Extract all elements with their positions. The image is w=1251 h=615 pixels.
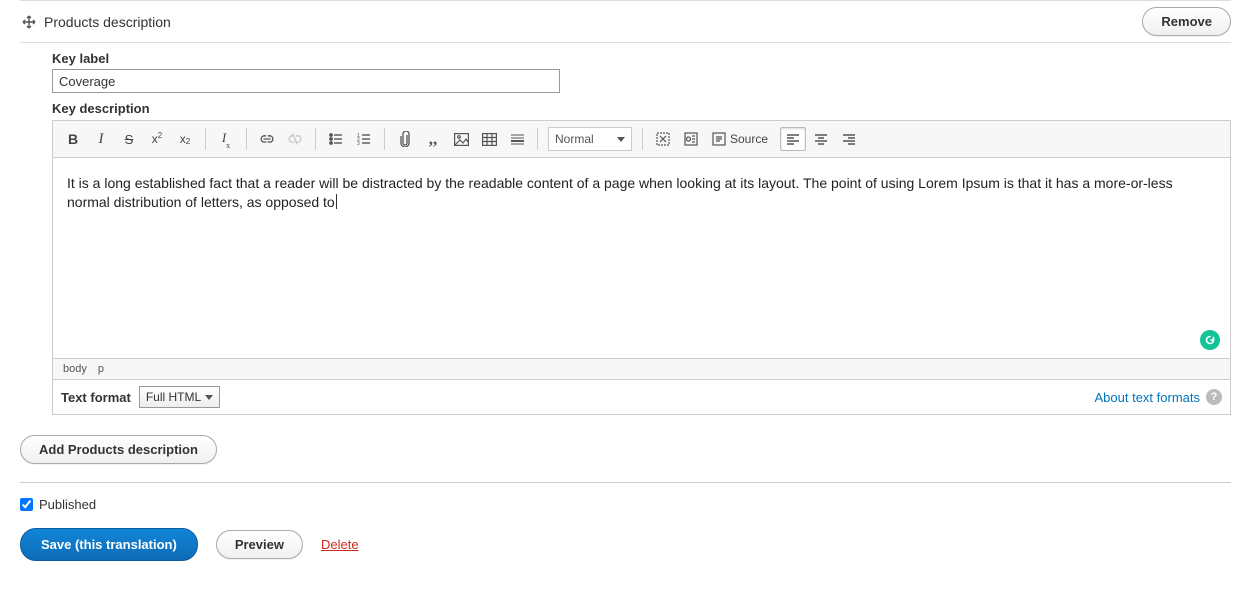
section-title: Products description xyxy=(44,14,171,30)
delete-link[interactable]: Delete xyxy=(321,537,359,552)
save-button[interactable]: Save (this translation) xyxy=(20,528,198,561)
about-text-formats-link[interactable]: About text formats xyxy=(1095,390,1201,405)
show-blocks-icon[interactable] xyxy=(678,127,704,151)
editor-text: It is a long established fact that a rea… xyxy=(67,175,1173,210)
source-button[interactable]: Source xyxy=(707,127,777,151)
strikethrough-icon[interactable]: S xyxy=(116,127,142,151)
bold-icon[interactable]: B xyxy=(60,127,86,151)
element-path: body p xyxy=(53,358,1230,379)
key-description-label: Key description xyxy=(52,101,1231,116)
svg-text:3: 3 xyxy=(357,141,360,145)
numbered-list-icon[interactable]: 123 xyxy=(351,127,377,151)
key-label-input[interactable] xyxy=(52,69,560,93)
horizontal-rule-icon[interactable] xyxy=(504,127,530,151)
source-label: Source xyxy=(730,132,768,146)
grammarly-icon[interactable] xyxy=(1200,330,1220,350)
preview-button[interactable]: Preview xyxy=(216,530,303,559)
subscript-icon[interactable]: x2 xyxy=(172,127,198,151)
text-format-select[interactable]: Full HTML xyxy=(139,386,220,408)
bullet-list-icon[interactable] xyxy=(323,127,349,151)
rich-text-editor: B I S x2 x2 Ix 123 xyxy=(52,120,1231,415)
published-checkbox[interactable] xyxy=(20,498,33,511)
align-left-icon[interactable] xyxy=(780,127,806,151)
path-p[interactable]: p xyxy=(98,363,104,375)
drag-handle-icon[interactable] xyxy=(20,13,38,31)
attachment-icon[interactable] xyxy=(392,127,418,151)
editor-toolbar: B I S x2 x2 Ix 123 xyxy=(53,121,1230,158)
blockquote-icon[interactable]: ,, xyxy=(420,127,446,151)
maximize-icon[interactable] xyxy=(650,127,676,151)
paragraph-style-select[interactable]: Normal xyxy=(548,127,632,151)
remove-format-icon[interactable]: Ix xyxy=(213,127,239,151)
image-icon[interactable] xyxy=(448,127,474,151)
table-icon[interactable] xyxy=(476,127,502,151)
italic-icon[interactable]: I xyxy=(88,127,114,151)
unlink-icon[interactable] xyxy=(282,127,308,151)
editor-body[interactable]: It is a long established fact that a rea… xyxy=(53,158,1230,358)
path-body[interactable]: body xyxy=(63,363,87,375)
remove-button[interactable]: Remove xyxy=(1142,7,1231,36)
align-right-icon[interactable] xyxy=(836,127,862,151)
help-icon[interactable]: ? xyxy=(1206,389,1222,405)
key-label-label: Key label xyxy=(52,51,1231,66)
published-label[interactable]: Published xyxy=(39,497,96,512)
add-products-description-button[interactable]: Add Products description xyxy=(20,435,217,464)
text-format-label: Text format xyxy=(61,390,131,405)
link-icon[interactable] xyxy=(254,127,280,151)
superscript-icon[interactable]: x2 xyxy=(144,127,170,151)
align-center-icon[interactable] xyxy=(808,127,834,151)
